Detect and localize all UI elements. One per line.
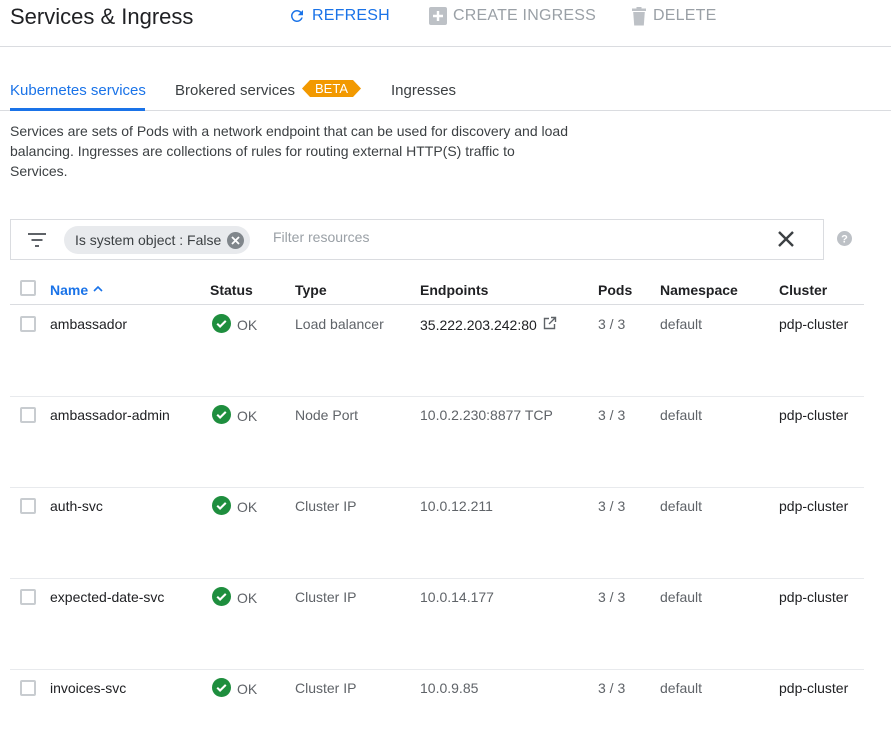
column-header-pods[interactable]: Pods (598, 282, 632, 298)
delete-label: DELETE (653, 7, 717, 24)
check-circle-icon (212, 405, 231, 427)
row-divider (10, 396, 864, 397)
sort-ascending-icon (92, 282, 104, 298)
trash-icon (631, 6, 647, 26)
service-name-link[interactable]: auth-svc (50, 498, 103, 514)
add-box-icon (429, 7, 447, 25)
status-cell: OK (212, 678, 257, 700)
row-divider (10, 578, 864, 579)
service-name-link[interactable]: ambassador-admin (50, 407, 170, 423)
help-icon[interactable]: ? (837, 231, 852, 251)
filter-input[interactable] (273, 229, 753, 245)
row-divider (10, 669, 864, 670)
namespace-cell: default (660, 680, 703, 696)
row-checkbox[interactable] (20, 589, 36, 605)
refresh-icon (288, 7, 306, 25)
cluster-link[interactable]: pdp-cluster (779, 680, 848, 696)
cluster-link[interactable]: pdp-cluster (779, 589, 848, 605)
check-circle-icon (212, 496, 231, 518)
service-name-link[interactable]: expected-date-svc (50, 589, 164, 605)
type-cell: Node Port (295, 407, 359, 423)
service-name-link[interactable]: invoices-svc (50, 680, 126, 696)
active-tab-indicator (10, 108, 145, 111)
create-ingress-label: CREATE INGRESS (453, 7, 596, 24)
column-header-endpoints[interactable]: Endpoints (420, 282, 488, 298)
delete-button[interactable]: DELETE (631, 6, 716, 26)
row-divider (10, 487, 864, 488)
filter-chip-label: Is system object : False (75, 232, 222, 248)
endpoint-cell: 10.0.2.230:8877 TCP (420, 407, 553, 423)
tab-kubernetes-services[interactable]: Kubernetes services (10, 82, 146, 99)
status-cell: OK (212, 314, 257, 336)
column-header-status[interactable]: Status (210, 282, 253, 298)
check-circle-icon (212, 314, 231, 336)
filter-chip[interactable]: Is system object : False (64, 226, 251, 254)
endpoint-cell: 10.0.14.177 (420, 589, 494, 605)
type-cell: Cluster IP (295, 498, 357, 514)
beta-badge: BETA (302, 80, 361, 97)
namespace-cell: default (660, 407, 703, 423)
check-circle-icon (212, 678, 231, 700)
status-text: OK (237, 408, 258, 424)
row-checkbox[interactable] (20, 407, 36, 423)
pods-cell: 3 / 3 (598, 316, 626, 332)
row-checkbox[interactable] (20, 316, 36, 332)
row-checkbox[interactable] (20, 680, 36, 696)
create-ingress-button[interactable]: CREATE INGRESS (429, 6, 596, 26)
svg-text:?: ? (841, 234, 848, 246)
select-all-checkbox[interactable] (20, 280, 36, 296)
column-header-type[interactable]: Type (295, 282, 327, 298)
namespace-cell: default (660, 316, 703, 332)
page-title: Services & Ingress (10, 4, 194, 29)
refresh-button[interactable]: REFRESH (288, 6, 390, 26)
column-header-name-label: Name (50, 282, 89, 298)
open-in-new-icon[interactable] (543, 316, 557, 333)
status-text: OK (237, 499, 258, 515)
status-text: OK (237, 681, 258, 697)
endpoint-link[interactable]: 35.222.203.242:80 (420, 317, 537, 333)
status-cell: OK (212, 587, 257, 609)
tab-ingresses[interactable]: Ingresses (391, 82, 456, 99)
filter-list-icon[interactable] (27, 232, 47, 253)
cluster-link[interactable]: pdp-cluster (779, 407, 848, 423)
tab-brokered-services[interactable]: Brokered services (175, 82, 295, 99)
pods-cell: 3 / 3 (598, 407, 626, 423)
column-header-namespace[interactable]: Namespace (660, 282, 738, 298)
namespace-cell: default (660, 498, 703, 514)
cluster-link[interactable]: pdp-cluster (779, 316, 848, 332)
status-cell: OK (212, 405, 257, 427)
status-text: OK (237, 317, 258, 333)
table-header-divider (10, 304, 864, 305)
column-header-name[interactable]: Name (50, 282, 104, 298)
row-checkbox[interactable] (20, 498, 36, 514)
page-description: Services are sets of Pods with a network… (10, 123, 568, 179)
check-circle-icon (212, 587, 231, 609)
endpoint-cell: 10.0.9.85 (420, 680, 479, 696)
column-header-cluster[interactable]: Cluster (779, 282, 827, 298)
clear-filter-icon[interactable] (776, 229, 796, 254)
type-cell: Cluster IP (295, 589, 357, 605)
chip-remove-icon[interactable] (227, 231, 245, 249)
cluster-link[interactable]: pdp-cluster (779, 498, 848, 514)
refresh-label: REFRESH (312, 7, 390, 24)
endpoint-cell: 10.0.12.211 (420, 498, 493, 514)
namespace-cell: default (660, 589, 703, 605)
tab-bar: Kubernetes services Brokered services In… (0, 70, 891, 111)
filter-bar: Is system object : False (10, 219, 824, 260)
endpoint-cell[interactable]: 35.222.203.242:80 (420, 316, 557, 333)
page-header: Services & Ingress REFRESH CREATE INGRES… (0, 0, 891, 47)
status-cell: OK (212, 496, 257, 518)
service-name-link[interactable]: ambassador (50, 316, 127, 332)
pods-cell: 3 / 3 (598, 498, 626, 514)
status-text: OK (237, 590, 258, 606)
pods-cell: 3 / 3 (598, 680, 626, 696)
type-cell: Load balancer (295, 316, 384, 332)
pods-cell: 3 / 3 (598, 589, 626, 605)
type-cell: Cluster IP (295, 680, 357, 696)
